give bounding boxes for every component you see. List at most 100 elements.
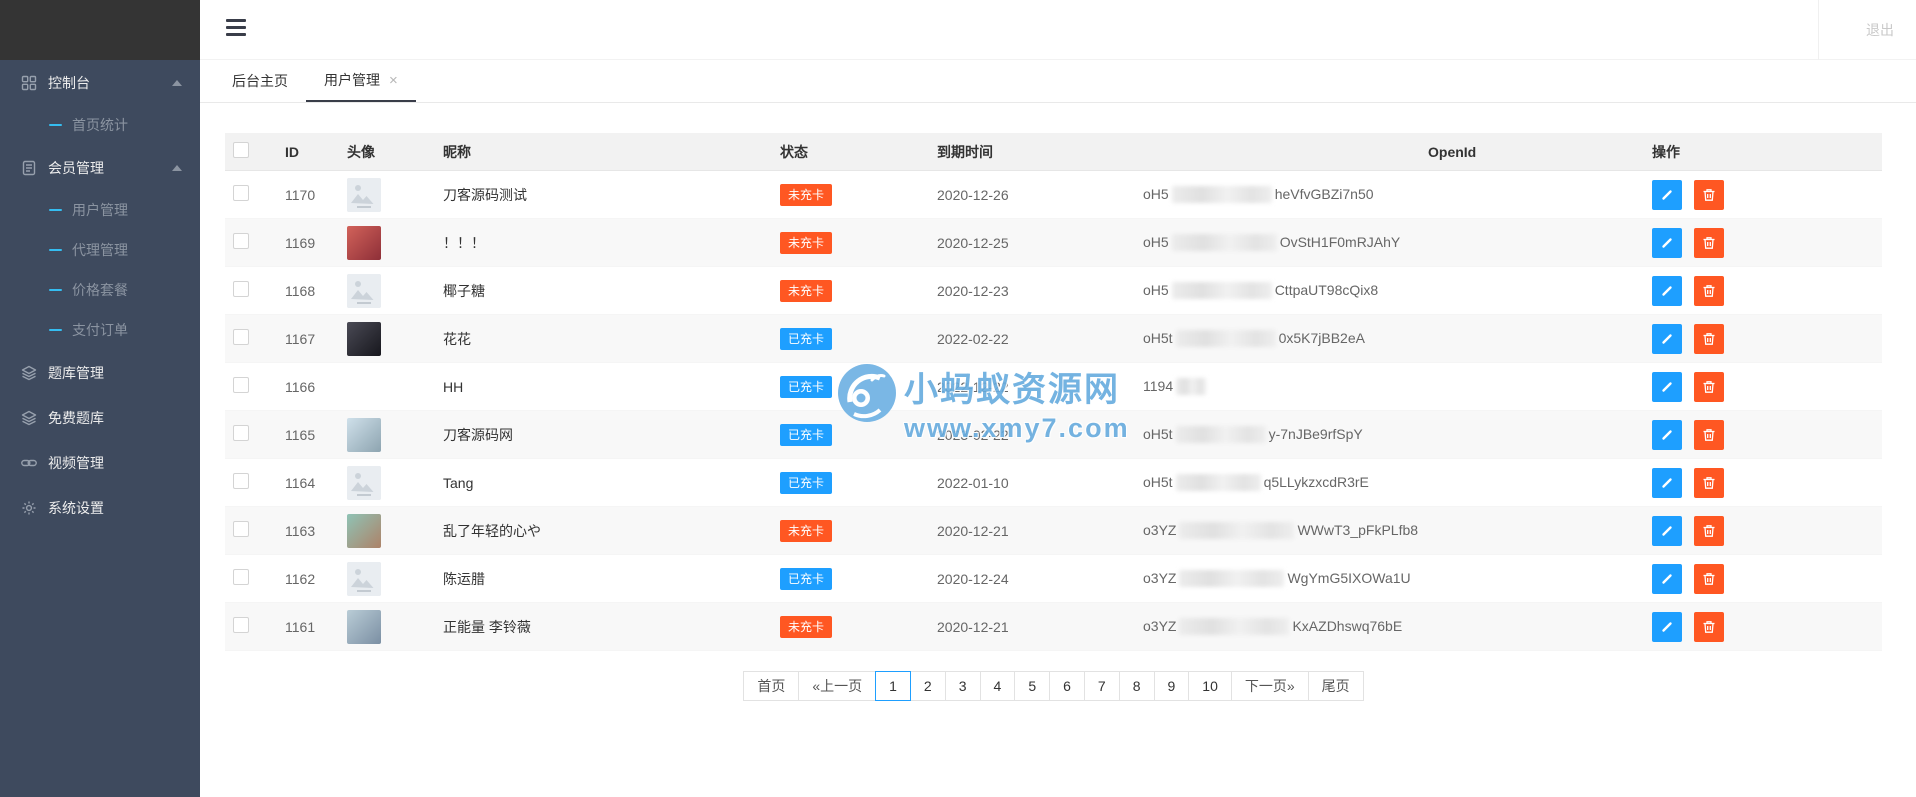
tab-user-management[interactable]: 用户管理 × — [306, 60, 416, 102]
row-checkbox[interactable] — [233, 425, 249, 441]
edit-button[interactable] — [1652, 468, 1682, 498]
status-badge: 未充卡 — [780, 520, 832, 542]
content: ID 头像 昵称 状态 到期时间 OpenId 操作 1170 刀客源码测试 未… — [200, 103, 1916, 701]
redacted-blur — [1176, 378, 1206, 395]
redacted-blur — [1179, 522, 1294, 539]
sidebar-item-label: 题库管理 — [48, 363, 104, 383]
page-button-3[interactable]: 2 — [910, 671, 946, 701]
page-button-8[interactable]: 7 — [1084, 671, 1120, 701]
status-badge: 未充卡 — [780, 616, 832, 638]
page-button-12[interactable]: 下一页» — [1231, 671, 1309, 701]
row-checkbox[interactable] — [233, 377, 249, 393]
row-checkbox[interactable] — [233, 473, 249, 489]
page-button-10[interactable]: 9 — [1154, 671, 1190, 701]
row-checkbox[interactable] — [233, 617, 249, 633]
edit-button[interactable] — [1652, 516, 1682, 546]
delete-button[interactable] — [1694, 324, 1724, 354]
nickname: HH — [443, 379, 780, 395]
openid-value: oH5ty-7nJBe9rfSpY — [1143, 426, 1652, 443]
sidebar-item-3[interactable]: 用户管理 — [0, 190, 200, 230]
edit-button[interactable] — [1652, 612, 1682, 642]
page-button-7[interactable]: 6 — [1049, 671, 1085, 701]
sidebar-item-label: 视频管理 — [48, 453, 104, 473]
delete-button[interactable] — [1694, 420, 1724, 450]
sidebar-item-1[interactable]: 首页统计 — [0, 105, 200, 145]
expire-date: 2022-01-10 — [937, 475, 1143, 491]
sidebar-item-7[interactable]: 题库管理 — [0, 350, 200, 395]
row-checkbox[interactable] — [233, 521, 249, 537]
logout-button[interactable]: 退出 — [1866, 0, 1894, 60]
page-button-4[interactable]: 3 — [945, 671, 981, 701]
edit-button[interactable] — [1652, 324, 1682, 354]
edit-button[interactable] — [1652, 564, 1682, 594]
status-badge: 已充卡 — [780, 376, 832, 398]
openid-value: o3YZWWwT3_pFkPLfb8 — [1143, 522, 1652, 539]
sidebar-item-6[interactable]: 支付订单 — [0, 310, 200, 350]
edit-button[interactable] — [1652, 276, 1682, 306]
status-badge: 未充卡 — [780, 232, 832, 254]
select-all-checkbox[interactable] — [233, 142, 249, 158]
redacted-blur — [1176, 426, 1266, 443]
edit-button[interactable] — [1652, 420, 1682, 450]
sidebar-item-10[interactable]: 系统设置 — [0, 485, 200, 530]
row-checkbox[interactable] — [233, 281, 249, 297]
table-row: 1168 椰子糖 未充卡 2020-12-23 oH5CttpaUT98cQix… — [225, 267, 1882, 315]
tab-close-icon[interactable]: × — [389, 73, 398, 88]
table-row: 1170 刀客源码测试 未充卡 2020-12-26 oH5heVfvGBZi7… — [225, 171, 1882, 219]
user-id: 1161 — [285, 619, 347, 635]
sidebar-item-9[interactable]: 视频管理 — [0, 440, 200, 485]
page-button-6[interactable]: 5 — [1014, 671, 1050, 701]
header-expire: 到期时间 — [937, 142, 1143, 162]
page-button-2[interactable]: 1 — [875, 671, 911, 701]
page-button-13[interactable]: 尾页 — [1308, 671, 1364, 701]
delete-button[interactable] — [1694, 372, 1724, 402]
sidebar-menu: 控制台 首页统计 会员管理 用户管理 代理管理 价格套餐 支付订单 题库管理 免… — [0, 60, 200, 530]
nickname: 花花 — [443, 329, 780, 349]
delete-button[interactable] — [1694, 180, 1724, 210]
dash-icon — [49, 124, 62, 126]
expire-date: 2020-12-26 — [937, 187, 1143, 203]
header-avatar: 头像 — [347, 142, 443, 162]
page-button-0[interactable]: 首页 — [743, 671, 799, 701]
sidebar-item-label: 首页统计 — [72, 115, 128, 135]
edit-button[interactable] — [1652, 372, 1682, 402]
avatar — [347, 226, 381, 260]
row-checkbox[interactable] — [233, 329, 249, 345]
sidebar-item-8[interactable]: 免费题库 — [0, 395, 200, 440]
delete-button[interactable] — [1694, 612, 1724, 642]
redacted-blur — [1179, 570, 1284, 587]
avatar — [347, 322, 381, 356]
page-button-11[interactable]: 10 — [1188, 671, 1232, 701]
page-button-9[interactable]: 8 — [1119, 671, 1155, 701]
avatar-placeholder — [347, 274, 381, 308]
sidebar-item-label: 支付订单 — [72, 320, 128, 340]
expire-date: 2022-12-22 — [937, 379, 1143, 395]
topbar-divider — [1818, 0, 1819, 60]
header-actions: 操作 — [1652, 142, 1882, 162]
user-table: ID 头像 昵称 状态 到期时间 OpenId 操作 1170 刀客源码测试 未… — [225, 133, 1882, 651]
openid-value: o3YZWgYmG5IXOWa1U — [1143, 570, 1652, 587]
page-button-5[interactable]: 4 — [980, 671, 1016, 701]
edit-button[interactable] — [1652, 180, 1682, 210]
avatar — [347, 610, 381, 644]
tab-dashboard[interactable]: 后台主页 — [214, 60, 306, 102]
edit-button[interactable] — [1652, 228, 1682, 258]
delete-button[interactable] — [1694, 468, 1724, 498]
row-checkbox[interactable] — [233, 185, 249, 201]
delete-button[interactable] — [1694, 276, 1724, 306]
header-nick: 昵称 — [443, 142, 780, 162]
hamburger-menu-icon[interactable] — [226, 19, 248, 41]
user-id: 1167 — [285, 331, 347, 347]
delete-button[interactable] — [1694, 516, 1724, 546]
sidebar-item-0[interactable]: 控制台 — [0, 60, 200, 105]
sidebar-item-5[interactable]: 价格套餐 — [0, 270, 200, 310]
delete-button[interactable] — [1694, 228, 1724, 258]
delete-button[interactable] — [1694, 564, 1724, 594]
sidebar-item-2[interactable]: 会员管理 — [0, 145, 200, 190]
dash-icon — [49, 249, 62, 251]
user-id: 1165 — [285, 427, 347, 443]
page-button-1[interactable]: «上一页 — [798, 671, 876, 701]
sidebar-item-4[interactable]: 代理管理 — [0, 230, 200, 270]
row-checkbox[interactable] — [233, 569, 249, 585]
row-checkbox[interactable] — [233, 233, 249, 249]
